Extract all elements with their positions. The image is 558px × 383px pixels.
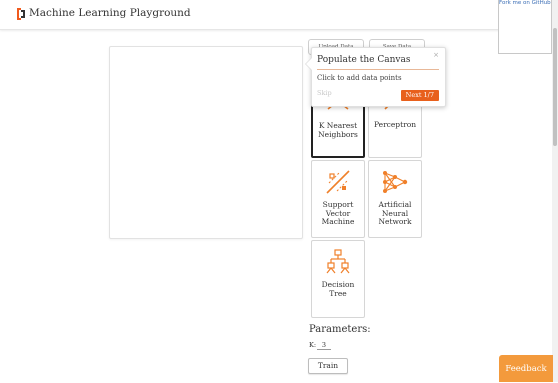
scrollbar-thumb[interactable] xyxy=(553,28,557,146)
data-canvas[interactable] xyxy=(109,46,303,239)
model-label-svm: Support Vector Machine xyxy=(321,200,355,226)
model-card-svm[interactable]: Support Vector Machine xyxy=(311,160,365,238)
tour-pointer xyxy=(306,58,312,70)
svm-icon xyxy=(326,170,350,194)
app-title: Machine Learning Playground xyxy=(29,7,191,19)
k-input[interactable] xyxy=(317,340,331,350)
model-label-perceptron: Perceptron xyxy=(373,120,417,129)
model-label-ann: Artificial Neural Network xyxy=(378,200,412,226)
logo-icon xyxy=(17,8,25,20)
feedback-button[interactable]: Feedback xyxy=(499,355,553,382)
tour-skip-button[interactable]: Skip xyxy=(317,89,332,97)
train-button[interactable]: Train xyxy=(308,358,348,374)
tour-title: Populate the Canvas xyxy=(317,55,411,65)
fork-ribbon-text: Fork me on GitHub xyxy=(499,0,551,6)
tour-popup: Populate the Canvas × Click to add data … xyxy=(305,47,446,107)
neural-network-icon xyxy=(383,171,408,193)
k-label: K: xyxy=(309,341,317,349)
model-card-ann[interactable]: Artificial Neural Network xyxy=(368,160,422,238)
tour-body-text: Click to add data points xyxy=(317,74,402,82)
model-label-decision-tree: Decision Tree xyxy=(321,280,355,298)
fork-on-github-ribbon[interactable]: Fork me on GitHub xyxy=(498,0,552,54)
model-card-decision-tree[interactable]: Decision Tree xyxy=(311,240,365,318)
parameters-heading: Parameters: xyxy=(309,324,371,335)
tour-next-button[interactable]: Next 1/7 xyxy=(400,90,439,101)
close-icon[interactable]: × xyxy=(433,51,439,59)
decision-tree-icon xyxy=(326,249,350,274)
page-scrollbar[interactable] xyxy=(552,0,558,382)
app-header: Machine Learning Playground xyxy=(0,0,552,30)
model-label-knn: K Nearest Neighbors xyxy=(318,121,358,139)
tour-divider xyxy=(317,69,439,70)
